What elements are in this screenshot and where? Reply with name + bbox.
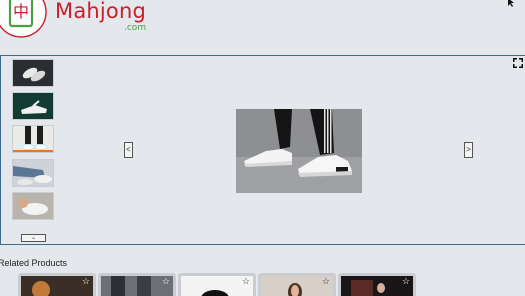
mahjong-tile-icon: 中 [0, 0, 47, 38]
favorite-star-icon[interactable]: ☆ [242, 277, 250, 286]
related-product-card[interactable]: ☆ [338, 273, 416, 296]
thumbnail-sneakers-jeans[interactable] [12, 158, 54, 187]
thumbnail-sneakers-top-view[interactable] [12, 59, 54, 87]
next-image-button[interactable]: > [464, 142, 473, 158]
main-product-image[interactable] [236, 109, 362, 193]
previous-image-button[interactable]: < [124, 142, 133, 158]
thumbnail-list [12, 59, 56, 225]
svg-text:中: 中 [13, 2, 29, 21]
favorite-star-icon[interactable]: ☆ [402, 277, 410, 286]
thumbnail-sneakers-on-feet[interactable] [12, 125, 54, 154]
favorite-star-icon[interactable]: ☆ [82, 277, 90, 286]
favorite-star-icon[interactable]: ☆ [162, 277, 170, 286]
related-product-card[interactable]: ☆ [178, 273, 256, 296]
product-gallery: ⌄ < > [0, 55, 525, 245]
thumbnail-sneaker-green-bg[interactable] [12, 92, 54, 121]
thumbnails-scroll-down-button[interactable]: ⌄ [21, 234, 46, 242]
related-product-card[interactable]: ☆ [18, 273, 96, 296]
related-products-heading: Related Products [0, 258, 68, 268]
related-product-card[interactable]: ☆ [258, 273, 336, 296]
mouse-cursor-icon [508, 0, 514, 7]
brand-name: Mahjong [55, 0, 147, 23]
thumbnail-sneaker-hand[interactable] [12, 191, 54, 220]
related-product-card[interactable]: ☆ [98, 273, 176, 296]
expand-icon[interactable] [513, 58, 523, 68]
favorite-star-icon[interactable]: ☆ [322, 277, 330, 286]
brand-tld: .com [124, 23, 147, 33]
